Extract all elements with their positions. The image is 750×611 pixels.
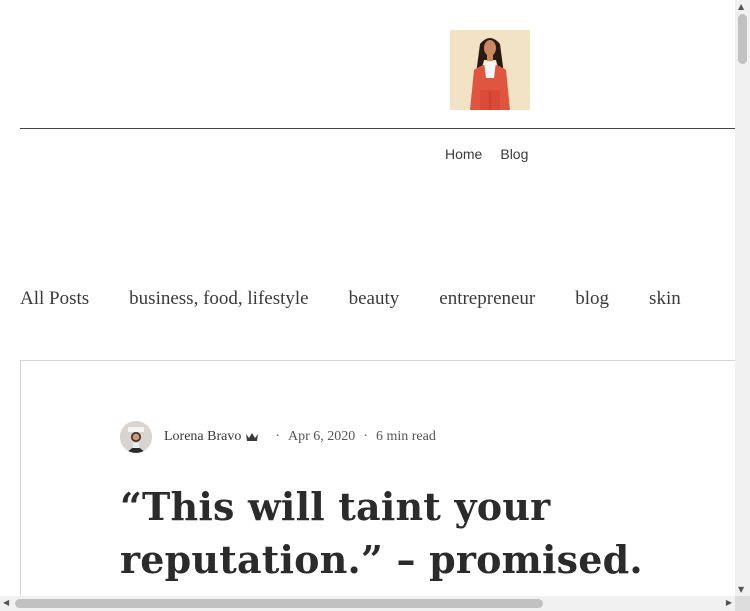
category-beauty[interactable]: beauty [349,288,400,310]
meta-separator: · [363,429,368,444]
admin-crown-icon [245,431,259,443]
header-divider [20,128,735,129]
post-meta: Lorena Bravo · Apr 6, 2020 · 6 min read [120,421,436,453]
woman-in-red-suit-illustration-icon [450,30,530,110]
meta-separator: · [275,429,281,444]
scroll-up-arrow-icon[interactable]: ▲ [738,2,744,11]
top-navigation: Home Blog [445,146,528,162]
category-entrepreneur[interactable]: entrepreneur [439,288,535,310]
scrollbar-corner [735,596,750,611]
category-skin[interactable]: skin [649,288,681,310]
post-read-time: 6 min read [375,429,436,444]
category-menu: All Posts business, food, lifestyle beau… [20,288,681,310]
post-date: Apr 6, 2020 [288,429,356,444]
vertical-scroll-thumb[interactable] [738,14,747,64]
site-logo[interactable] [450,30,530,110]
horizontal-scroll-thumb[interactable] [15,599,543,608]
vertical-scrollbar[interactable]: ▲ ▼ [735,0,750,596]
category-blog[interactable]: blog [575,288,609,310]
scroll-left-arrow-icon[interactable]: ◀ [3,598,9,607]
scroll-down-arrow-icon[interactable]: ▼ [738,585,744,594]
category-business-food-lifestyle[interactable]: business, food, lifestyle [129,288,308,310]
scroll-right-arrow-icon[interactable]: ▶ [726,598,732,607]
nav-home-link[interactable]: Home [445,146,482,162]
author-name[interactable]: Lorena Bravo [164,429,241,445]
post-title[interactable]: “This will taint your reputation.” – pro… [120,480,740,586]
horizontal-scrollbar[interactable]: ◀ ▶ [0,596,735,611]
nav-blog-link[interactable]: Blog [500,146,528,162]
author-avatar[interactable] [120,421,152,453]
avatar-photo-icon [120,421,152,453]
category-all-posts[interactable]: All Posts [20,288,89,310]
